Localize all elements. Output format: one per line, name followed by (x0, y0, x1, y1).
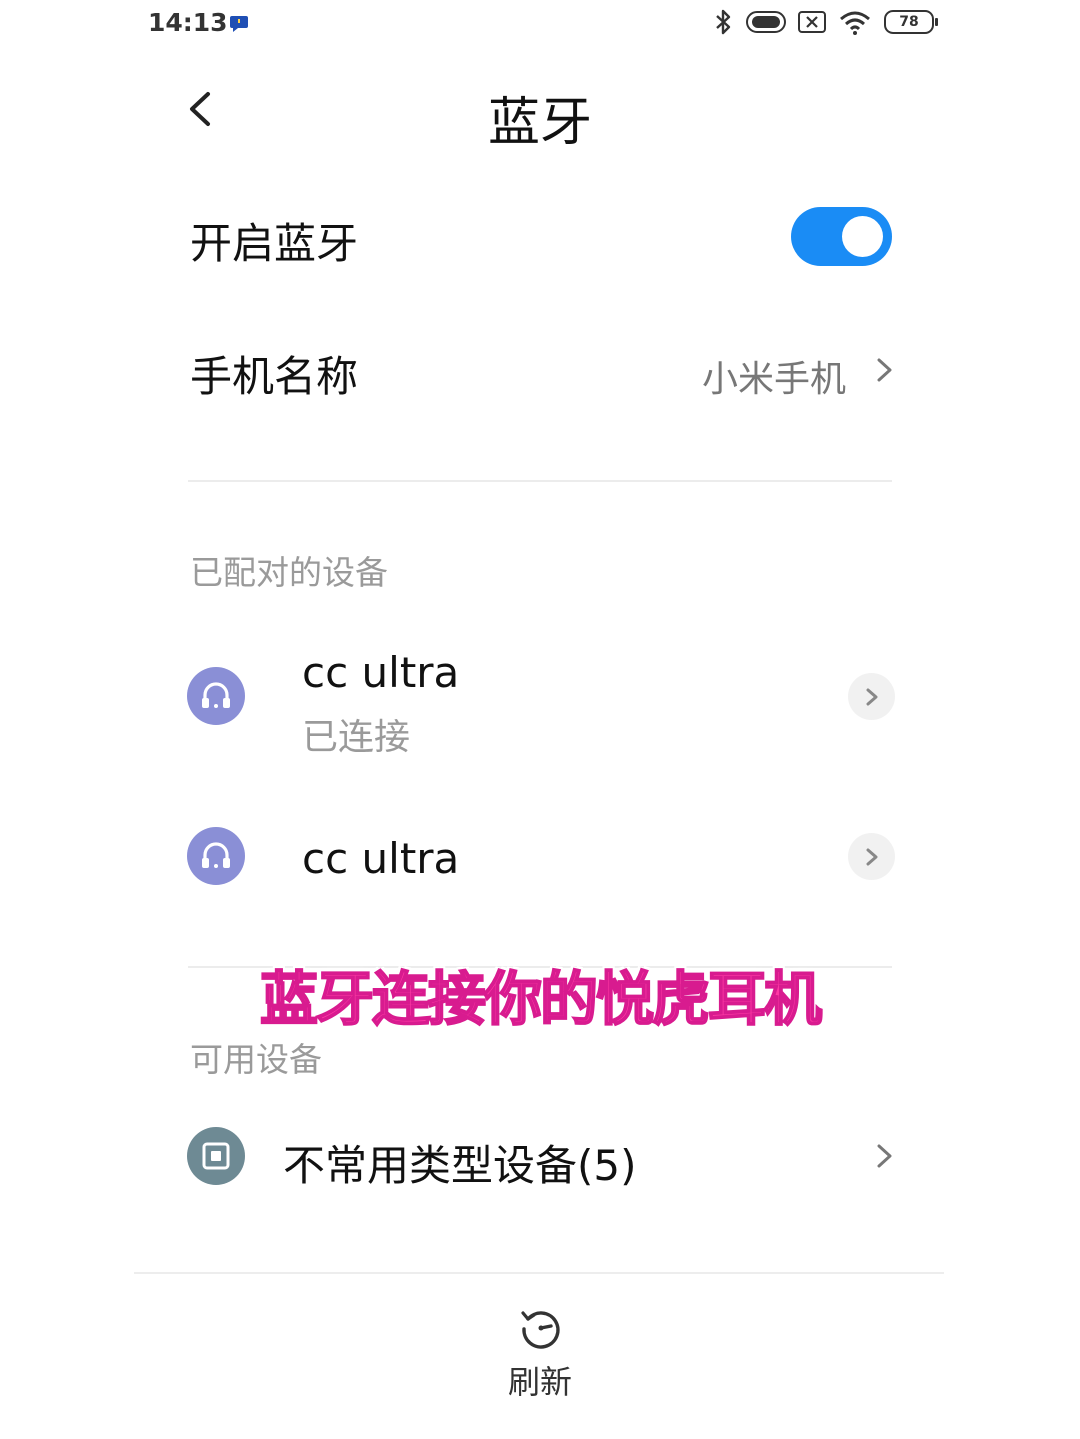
message-icon (230, 16, 248, 32)
bluetooth-settings-screen: 14:13 78 蓝牙 开启蓝牙 手机名称 小米手机 已配对的设备 cc ult… (0, 0, 1080, 1439)
bluetooth-icon (716, 9, 731, 35)
phone-name-label[interactable]: 手机名称 (190, 343, 358, 404)
status-icons: 78 (702, 8, 938, 36)
device-details-button[interactable] (848, 833, 895, 880)
sim-off-icon (798, 11, 826, 33)
chevron-right-icon[interactable] (873, 1138, 897, 1174)
device-details-button[interactable] (848, 673, 895, 720)
wifi-icon (840, 11, 870, 35)
battery-level: 78 (899, 14, 919, 30)
generic-device-icon (187, 1127, 245, 1185)
toggle-knob (842, 216, 883, 257)
paired-device-name[interactable]: cc ultra (302, 648, 459, 697)
page-title: 蓝牙 (487, 93, 592, 153)
chevron-right-icon (866, 848, 877, 865)
footer-divider (134, 1272, 944, 1274)
bluetooth-toggle-label: 开启蓝牙 (190, 219, 359, 268)
paired-section-title: 已配对的设备 (190, 553, 388, 592)
status-time: 14:13 (148, 8, 228, 37)
toggle-pill-icon (746, 11, 786, 33)
uncommon-devices-item[interactable]: 不常用类型设备(5) (283, 1132, 637, 1193)
chevron-right-icon (866, 688, 877, 705)
refresh-icon[interactable] (518, 1305, 564, 1351)
divider (188, 480, 892, 482)
headset-icon (187, 827, 245, 885)
refresh-button[interactable]: 刷新 (0, 1357, 1080, 1403)
available-section-title: 可用设备 (190, 1040, 322, 1079)
bluetooth-toggle[interactable] (791, 207, 892, 266)
paired-device-status: 已连接 (302, 717, 411, 758)
phone-name-value[interactable]: 小米手机 (702, 350, 846, 402)
overlay-caption: 蓝牙连接你的悦虎耳机 (259, 964, 823, 1034)
battery-icon: 78 (884, 10, 938, 34)
paired-device-name[interactable]: cc ultra (302, 834, 459, 883)
headset-icon (187, 667, 245, 725)
chevron-right-icon[interactable] (873, 352, 897, 388)
